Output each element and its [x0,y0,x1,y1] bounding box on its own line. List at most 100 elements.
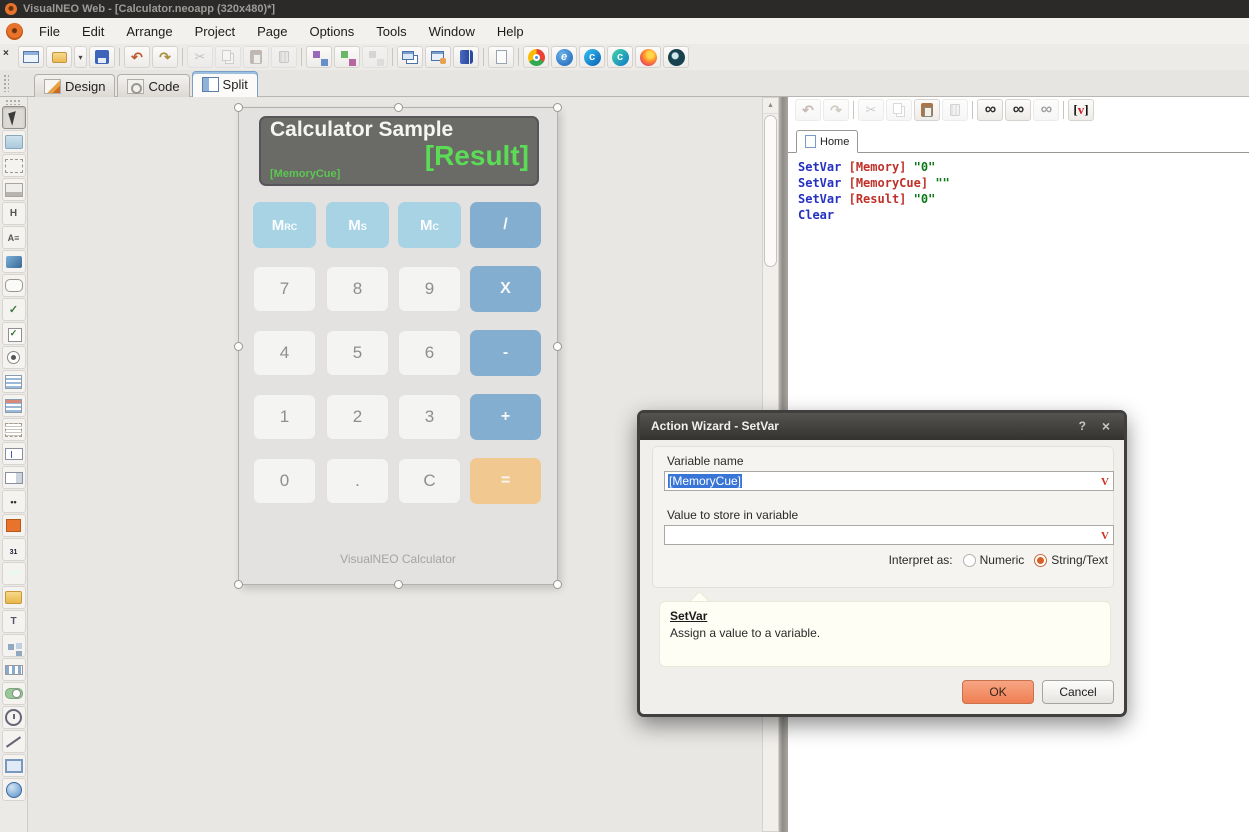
spin-edit-tool[interactable] [2,466,26,489]
group-button[interactable] [306,46,332,68]
radio-button-tool[interactable] [2,346,26,369]
checkmark-tool[interactable]: ✓ [2,298,26,321]
arrange-objects-button[interactable] [362,46,388,68]
calc-key-0[interactable]: 0 [253,458,316,504]
code-find-next-button[interactable]: ∞ [1033,99,1059,121]
panel-tool[interactable] [2,130,26,153]
ok-button[interactable]: OK [962,680,1034,704]
code-delete-button[interactable] [942,99,968,121]
calc-key-9[interactable]: 9 [398,266,461,312]
preview-edge-button[interactable]: c [579,46,605,68]
preview-edge-dev-button[interactable]: c [607,46,633,68]
listbox-tool[interactable] [2,370,26,393]
tree-view-tool[interactable] [2,634,26,657]
ungroup-button[interactable] [334,46,360,68]
preview-internet-explorer-button[interactable]: e [551,46,577,68]
menu-file[interactable]: File [28,20,71,43]
calc-key-1[interactable]: 1 [253,394,316,440]
heading-tool[interactable]: H [2,202,26,225]
calc-key-divide[interactable]: / [470,202,541,248]
calc-key-mc[interactable]: MC [398,202,461,248]
shape-tool[interactable] [2,754,26,777]
variable-picker-icon[interactable]: V [1101,473,1109,491]
resize-handle-sw[interactable] [234,580,243,589]
code-find-replace-button[interactable]: ∞ [1005,99,1031,121]
code-cut-button[interactable]: ✂ [858,99,884,121]
resize-handle-w[interactable] [234,342,243,351]
cut-button[interactable]: ✂ [187,46,213,68]
publish-project-button[interactable] [453,46,479,68]
resize-handle-ne[interactable] [553,103,562,112]
button-tool[interactable] [2,274,26,297]
calc-key-minus[interactable]: - [470,330,541,376]
calendar-tool[interactable]: 31 [2,538,26,561]
calc-key-multiply[interactable]: X [470,266,541,312]
preview-in-window-button[interactable] [397,46,423,68]
tab-split[interactable]: Split [192,71,258,97]
new-page-button[interactable] [488,46,514,68]
menu-options[interactable]: Options [298,20,365,43]
menu-page[interactable]: Page [246,20,298,43]
memo-tool[interactable] [2,418,26,441]
calc-key-8[interactable]: 8 [326,266,389,312]
scroll-up-icon[interactable]: ▲ [763,98,778,114]
line-tool[interactable] [2,730,26,753]
radio-string-text[interactable] [1034,554,1047,567]
article-tool[interactable]: A≡ [2,226,26,249]
redo-button[interactable]: ↷ [152,46,178,68]
color-picker-tool[interactable] [2,514,26,537]
code-copy-button[interactable] [886,99,912,121]
calc-key-4[interactable]: 4 [253,330,316,376]
tab-code[interactable]: Code [117,74,189,97]
calc-key-dot[interactable]: . [326,458,389,504]
resize-handle-n[interactable] [394,103,403,112]
image-tool[interactable] [2,250,26,273]
calc-key-2[interactable]: 2 [326,394,389,440]
calculator-page[interactable]: Calculator Sample [Result] [MemoryCue] M… [238,107,558,585]
save-project-button[interactable] [89,46,115,68]
code-find-button[interactable]: ∞ [977,99,1003,121]
variable-name-input[interactable]: [MemoryCue] V [664,471,1114,491]
undo-button[interactable]: ↶ [124,46,150,68]
resize-handle-se[interactable] [553,580,562,589]
tab-design[interactable]: Design [34,74,115,97]
digital-display-tool[interactable]: 0:00 [2,562,26,585]
cancel-button[interactable]: Cancel [1042,680,1114,704]
menu-edit[interactable]: Edit [71,20,115,43]
calc-key-5[interactable]: 5 [326,330,389,376]
code-editor[interactable]: SetVar [Memory] "0"SetVar [MemoryCue] ""… [788,153,1249,223]
copy-button[interactable] [215,46,241,68]
select-tool[interactable] [2,106,26,129]
run-project-button[interactable] [425,46,451,68]
insert-variable-button[interactable]: v [1068,99,1094,121]
radio-numeric[interactable] [963,554,976,567]
preview-opera-button[interactable] [663,46,689,68]
toggle-tool[interactable] [2,682,26,705]
preview-chrome-button[interactable] [523,46,549,68]
menu-tools[interactable]: Tools [365,20,417,43]
text-field-tool[interactable]: T [2,610,26,633]
scroll-thumb[interactable] [764,115,777,267]
code-redo-button[interactable]: ↷ [823,99,849,121]
combobox-tool[interactable] [2,394,26,417]
open-dropdown-button[interactable]: ▾ [74,46,87,68]
paste-button[interactable] [243,46,269,68]
calc-key-equals[interactable]: = [470,458,541,504]
variable-picker-icon[interactable]: V [1101,527,1109,545]
container-tool[interactable] [2,154,26,177]
code-paste-button[interactable] [914,99,940,121]
toolbar-close-icon[interactable]: × [3,49,15,59]
resize-handle-s[interactable] [394,580,403,589]
calc-key-7[interactable]: 7 [253,266,316,312]
value-input[interactable]: V [664,525,1114,545]
code-undo-button[interactable]: ↶ [795,99,821,121]
calc-key-plus[interactable]: + [470,394,541,440]
open-project-button[interactable] [46,46,72,68]
resize-handle-e[interactable] [553,342,562,351]
statusbar-tool[interactable] [2,178,26,201]
preview-firefox-button[interactable] [635,46,661,68]
resize-handle-nw[interactable] [234,103,243,112]
delete-button[interactable] [271,46,297,68]
calc-key-ms[interactable]: MS [326,202,389,248]
checkbox-tool[interactable]: ✓ [2,322,26,345]
